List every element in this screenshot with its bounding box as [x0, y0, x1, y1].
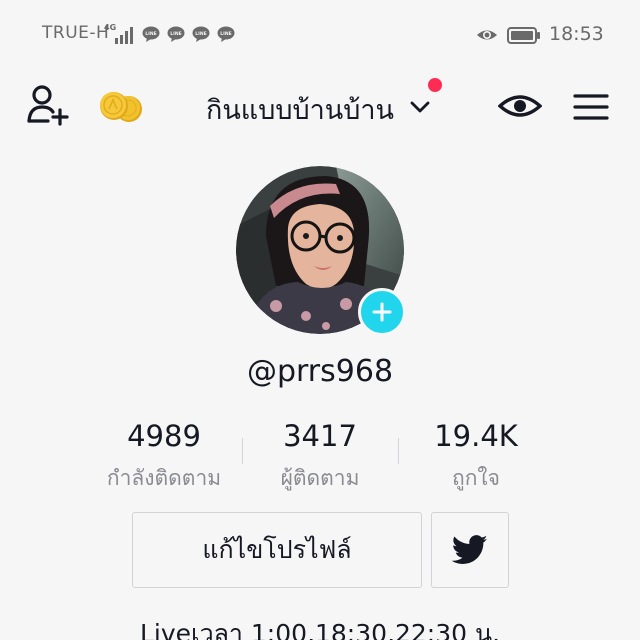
- stat-value: 3417: [283, 419, 357, 453]
- edit-profile-label: แก้ไขโปรไฟล์: [202, 535, 352, 564]
- account-name[interactable]: กินแบบบ้านบ้าน: [206, 88, 394, 131]
- profile-bio: Liveเวลา 1:00,18:30,22:30 น.: [139, 619, 501, 640]
- line-icon: LINE: [167, 26, 185, 42]
- status-bar: TRUE-H 4G LINE LINE LINE LINE 18:53: [0, 0, 640, 70]
- profile-header: กินแบบบ้านบ้าน: [0, 70, 640, 142]
- stat-label: ถูกใจ: [452, 466, 500, 490]
- stat-label: กำลังติดตาม: [106, 466, 222, 490]
- carrier-name: TRUE-H: [42, 23, 110, 43]
- profile-screen: TRUE-H 4G LINE LINE LINE LINE 18:53 กินแ…: [0, 0, 640, 640]
- stat-following[interactable]: 4989 กำลังติดตาม: [74, 416, 254, 495]
- stat-likes[interactable]: 19.4K ถูกใจ: [386, 416, 566, 495]
- svg-text:LINE: LINE: [145, 31, 156, 37]
- stat-value: 4989: [127, 419, 201, 453]
- line-icon: LINE: [142, 26, 160, 42]
- coins-icon[interactable]: [98, 90, 144, 124]
- avatar-container: [236, 166, 406, 336]
- add-avatar-button[interactable]: [358, 288, 406, 336]
- clock: 18:53: [549, 23, 604, 45]
- eye-icon: [477, 30, 497, 40]
- line-icon: LINE: [217, 26, 235, 42]
- profile-stats: 4989 กำลังติดตาม 3417 ผู้ติดตาม 19.4K ถู…: [0, 416, 640, 496]
- svg-text:LINE: LINE: [195, 31, 206, 37]
- menu-icon[interactable]: [572, 92, 610, 122]
- battery-icon: [507, 27, 540, 44]
- line-icon: LINE: [192, 26, 210, 42]
- username: @prrs968: [246, 354, 394, 389]
- twitter-button[interactable]: [431, 512, 509, 588]
- twitter-icon: [452, 535, 488, 564]
- signal-icon: [115, 27, 133, 44]
- stat-label: ผู้ติดตาม: [280, 466, 360, 490]
- notification-dot: [428, 78, 442, 92]
- add-user-icon[interactable]: [26, 84, 72, 126]
- chevron-down-icon[interactable]: [410, 100, 430, 114]
- svg-text:LINE: LINE: [170, 31, 181, 37]
- stat-followers[interactable]: 3417 ผู้ติดตาม: [230, 416, 410, 495]
- eye-icon[interactable]: [498, 92, 542, 120]
- plus-icon: [372, 302, 392, 322]
- stat-value: 19.4K: [434, 419, 518, 453]
- edit-profile-button[interactable]: แก้ไขโปรไฟล์: [132, 512, 422, 588]
- svg-text:LINE: LINE: [220, 31, 231, 37]
